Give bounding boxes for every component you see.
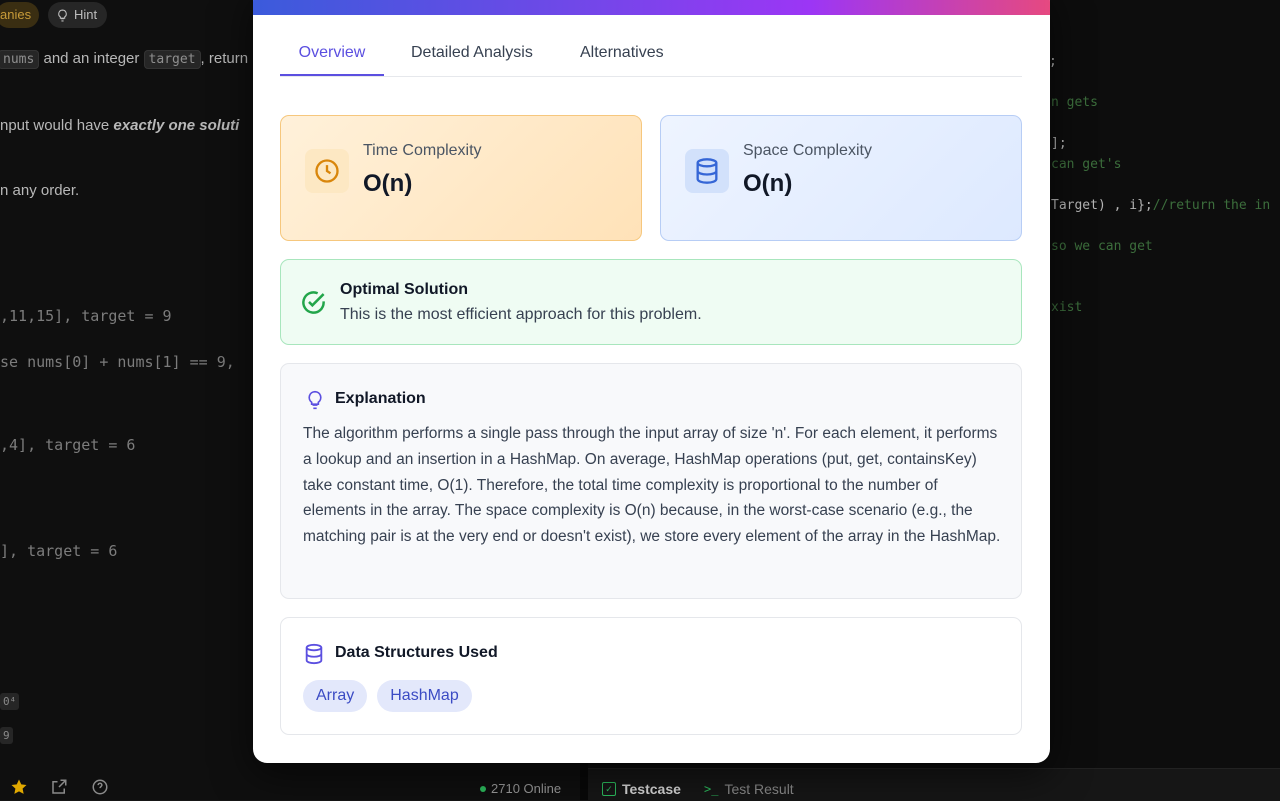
help-icon[interactable]: [91, 778, 109, 796]
inline-code: nums: [0, 50, 40, 69]
code-line: ];: [1051, 136, 1067, 151]
code-line: xist: [1051, 300, 1083, 315]
tab-overview[interactable]: Overview: [280, 40, 384, 76]
tab-label: Test Result: [724, 781, 794, 797]
code-line: can get's: [1051, 157, 1122, 172]
inline-code: target: [143, 50, 201, 69]
code-line: n gets: [1051, 95, 1098, 110]
tab-alternatives[interactable]: Alternatives: [580, 40, 664, 75]
space-complexity-value: O(n): [743, 170, 793, 197]
online-label: 2710 Online: [491, 781, 562, 796]
tab-label: Testcase: [622, 781, 681, 797]
time-icon-box: [305, 149, 349, 193]
constraint-value: 9: [0, 727, 13, 744]
tag-hashmap: HashMap: [377, 680, 472, 712]
example-2-input: ,4], target = 6: [0, 436, 136, 454]
code-line: so we can get: [1051, 239, 1153, 254]
example-1-explanation: se nums[0] + nums[1] == 9,: [0, 353, 235, 371]
data-structures-title: Data Structures Used: [335, 644, 498, 661]
check-square-icon: ✓: [602, 782, 616, 796]
tab-detailed-analysis[interactable]: Detailed Analysis: [411, 40, 533, 75]
description-line-2: nput would have exactly one soluti: [0, 117, 239, 134]
modal-tabs: Overview Detailed Analysis Alternatives: [280, 40, 1022, 77]
star-icon[interactable]: [10, 778, 28, 796]
code-line: ;: [1049, 54, 1057, 69]
desc-text: , return: [200, 50, 249, 67]
constraint-value: 0⁴: [0, 693, 20, 710]
modal-header-gradient: [253, 0, 1050, 15]
space-complexity-label: Space Complexity: [743, 142, 872, 159]
space-complexity-card: Space Complexity O(n): [660, 115, 1022, 241]
code-line: Target) , i};//return the in: [1051, 198, 1270, 213]
example-3-input: ], target = 6: [0, 542, 118, 560]
lightbulb-icon: [58, 9, 67, 21]
database-icon: [696, 158, 718, 184]
check-circle-icon: [302, 291, 325, 314]
time-complexity-value: O(n): [363, 170, 413, 197]
testcase-panel-header: [588, 768, 1280, 801]
hint-label: Hint: [74, 7, 98, 22]
explanation-body: The algorithm performs a single pass thr…: [303, 425, 1001, 546]
online-dot: [480, 785, 486, 792]
time-complexity-label: Time Complexity: [363, 142, 482, 159]
tab-test-result[interactable]: >_ Test Result: [704, 781, 794, 797]
hint-chip[interactable]: Hint: [48, 2, 108, 28]
optimal-solution-title: Optimal Solution: [340, 281, 468, 298]
data-structures-tags: Array HashMap: [303, 680, 472, 712]
clock-icon: [315, 159, 339, 183]
explanation-title: Explanation: [335, 390, 426, 407]
time-complexity-card: Time Complexity O(n): [280, 115, 642, 241]
terminal-icon: >_: [704, 782, 719, 796]
desc-text: nput would have: [0, 117, 114, 134]
example-1-input: ,11,15], target = 9: [0, 307, 172, 325]
tab-testcase[interactable]: ✓ Testcase: [602, 781, 681, 797]
complexity-analysis-modal: Overview Detailed Analysis Alternatives …: [253, 0, 1050, 763]
optimal-solution-banner: Optimal Solution This is the most effici…: [280, 259, 1022, 345]
companies-chip[interactable]: anies: [0, 2, 40, 28]
description-line-3: n any order.: [0, 182, 80, 199]
online-count: 2710 Online: [480, 781, 561, 796]
external-link-icon[interactable]: [50, 778, 68, 796]
optimal-solution-desc: This is the most efficient approach for …: [340, 306, 702, 323]
database-icon: [305, 643, 323, 665]
explanation-section: Explanation The algorithm performs a sin…: [280, 363, 1022, 599]
data-structures-section: Data Structures Used Array HashMap: [280, 617, 1022, 735]
lightbulb-icon: [308, 390, 322, 410]
desc-text: and an integer: [39, 50, 144, 67]
space-icon-box: [685, 149, 729, 193]
code-text: Target) , i};: [1051, 198, 1153, 213]
complexity-cards: Time Complexity O(n) Space Complexity O(…: [280, 115, 1022, 241]
description-line-1: nums and an integer target, return: [0, 50, 249, 69]
tag-array: Array: [303, 680, 368, 712]
desc-emphasis: exactly one soluti: [113, 117, 240, 134]
code-comment: //return the in: [1152, 198, 1271, 213]
